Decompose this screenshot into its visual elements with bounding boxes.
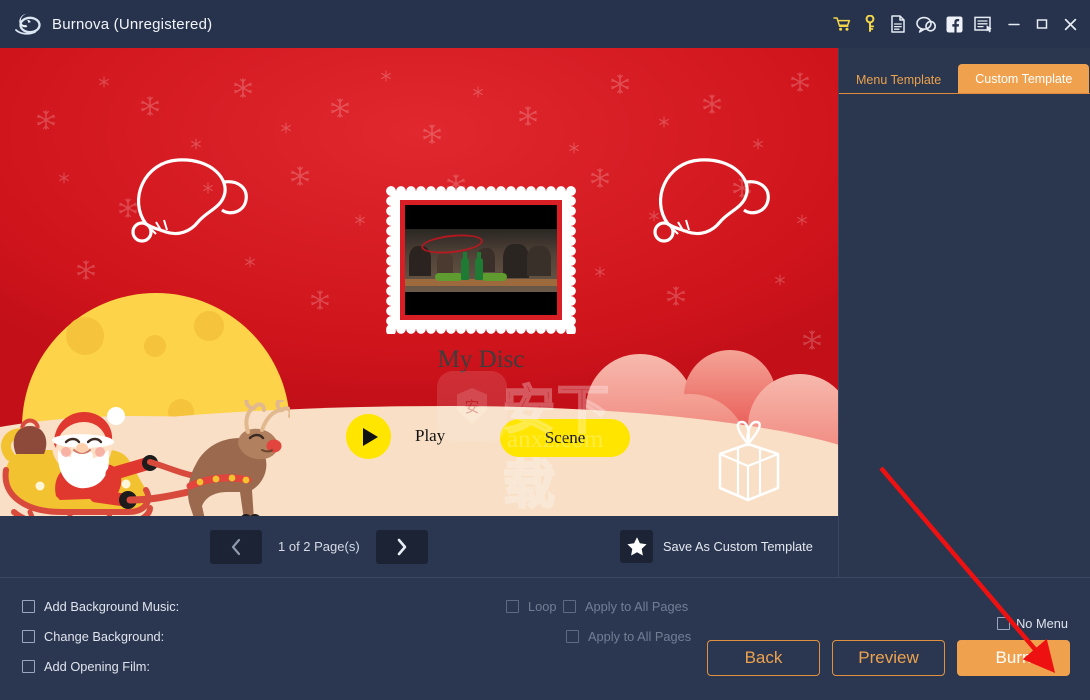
loop-checkbox[interactable] xyxy=(506,600,519,613)
chevron-left-icon xyxy=(231,538,241,555)
change-background-label: Change Background: xyxy=(44,629,165,644)
feedback-chat-icon[interactable] xyxy=(912,7,940,41)
burnova-swirl-logo-icon xyxy=(10,7,46,41)
next-page-button[interactable] xyxy=(375,529,428,564)
add-opening-film-checkbox[interactable] xyxy=(22,660,35,673)
star-icon xyxy=(620,530,653,563)
santa-sleigh-graphic xyxy=(1,400,290,516)
facebook-icon[interactable] xyxy=(940,7,968,41)
background-apply-all-option: Apply to All Pages xyxy=(566,629,691,644)
thumbnail-frame xyxy=(400,200,562,320)
play-triangle-icon xyxy=(363,427,378,446)
page-navigation-bar: 1 of 2 Page(s) Save As Custom Template xyxy=(0,516,838,577)
close-button[interactable] xyxy=(1056,7,1084,41)
document-icon[interactable] xyxy=(884,7,912,41)
no-menu-option: No Menu xyxy=(997,616,1068,631)
tab-menu-template[interactable]: Menu Template xyxy=(839,66,958,93)
title-bar: Burnova (Unregistered) xyxy=(0,0,1090,48)
template-side-panel: Menu Template Custom Template xyxy=(838,48,1090,577)
add-background-music-label: Add Background Music: xyxy=(44,599,180,614)
minimize-button[interactable] xyxy=(1000,7,1028,41)
maximize-button[interactable] xyxy=(1028,7,1056,41)
santa-hat-icon-left xyxy=(131,158,248,243)
save-template-label: Save As Custom Template xyxy=(663,539,813,554)
background-apply-to-all-pages-checkbox[interactable] xyxy=(566,630,579,643)
music-apply-all-option: Apply to All Pages xyxy=(563,599,688,614)
preview-button[interactable]: Preview xyxy=(832,640,945,676)
change-background-checkbox[interactable] xyxy=(22,630,35,643)
no-menu-checkbox[interactable] xyxy=(997,617,1011,630)
thumbnail-image xyxy=(405,228,557,292)
chevron-right-icon xyxy=(397,538,406,555)
titlebar-controls xyxy=(828,0,1084,48)
tab-custom-template[interactable]: Custom Template xyxy=(958,64,1090,93)
music-apply-to-all-pages-checkbox[interactable] xyxy=(563,600,576,613)
row-change-background: Change Background: xyxy=(22,629,164,644)
loop-label: Loop xyxy=(528,599,557,614)
window-title: Burnova (Unregistered) xyxy=(52,15,213,33)
loop-option: Loop xyxy=(506,599,556,614)
santa-hat-icon-right xyxy=(653,158,770,243)
register-icon[interactable] xyxy=(968,7,1000,41)
template-tabs: Menu Template Custom Template xyxy=(839,58,1090,94)
back-button[interactable]: Back xyxy=(707,640,820,676)
music-apply-to-all-pages-label: Apply to All Pages xyxy=(585,599,689,614)
play-label[interactable]: Play xyxy=(415,426,445,446)
play-button-icon[interactable] xyxy=(346,414,391,459)
no-menu-label: No Menu xyxy=(1016,616,1068,631)
menu-preview-canvas[interactable]: My Disc Play Scene 安 安下载 anxz.com xyxy=(0,48,838,516)
background-apply-to-all-pages-label: Apply to All Pages xyxy=(588,629,692,644)
cart-icon[interactable] xyxy=(828,7,856,41)
add-opening-film-label: Add Opening Film: xyxy=(44,659,150,674)
page-counter-label: 1 of 2 Page(s) xyxy=(278,539,360,554)
video-thumbnail-stamp[interactable] xyxy=(386,186,576,334)
row-background-music: Add Background Music: xyxy=(22,599,179,614)
action-buttons: Back Preview Burn xyxy=(707,640,1070,676)
scene-button[interactable]: Scene xyxy=(500,419,630,457)
bottom-settings-panel: Add Background Music: ... Loop Apply to … xyxy=(0,577,1090,700)
burn-button[interactable]: Burn xyxy=(957,640,1070,676)
row-opening-film: Add Opening Film: xyxy=(22,659,150,674)
gift-box-icon xyxy=(718,420,780,502)
key-icon[interactable] xyxy=(856,7,884,41)
add-background-music-checkbox[interactable] xyxy=(22,600,35,613)
disc-title-text[interactable]: My Disc xyxy=(391,346,571,374)
save-as-custom-template-button[interactable]: Save As Custom Template xyxy=(620,516,813,577)
prev-page-button[interactable] xyxy=(210,529,262,564)
app-window: Burnova (Unregistered) My Disc Play Scen… xyxy=(0,0,1090,700)
